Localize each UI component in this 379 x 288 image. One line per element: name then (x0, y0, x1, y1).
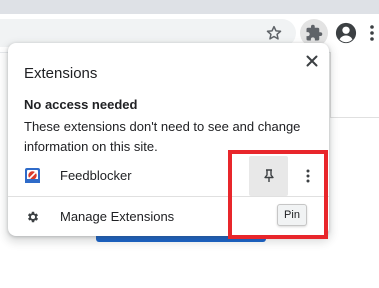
puzzle-icon (306, 24, 323, 41)
profile-button[interactable] (332, 19, 360, 47)
popup-title: Extensions (24, 65, 98, 82)
close-button[interactable] (302, 51, 322, 71)
page-content-panel (330, 52, 379, 118)
profile-icon (335, 22, 357, 44)
feedblocker-icon (25, 168, 40, 183)
tab-strip (0, 0, 379, 14)
browser-menu-button[interactable] (364, 19, 379, 47)
manage-extensions-label: Manage Extensions (60, 209, 175, 224)
close-icon (306, 55, 318, 67)
extension-name: Feedblocker (60, 168, 132, 183)
section-heading: No access needed (24, 97, 138, 112)
highlight-annotation (228, 150, 328, 239)
gear-icon (27, 211, 39, 223)
more-vert-icon (370, 25, 374, 41)
star-icon (266, 25, 282, 40)
